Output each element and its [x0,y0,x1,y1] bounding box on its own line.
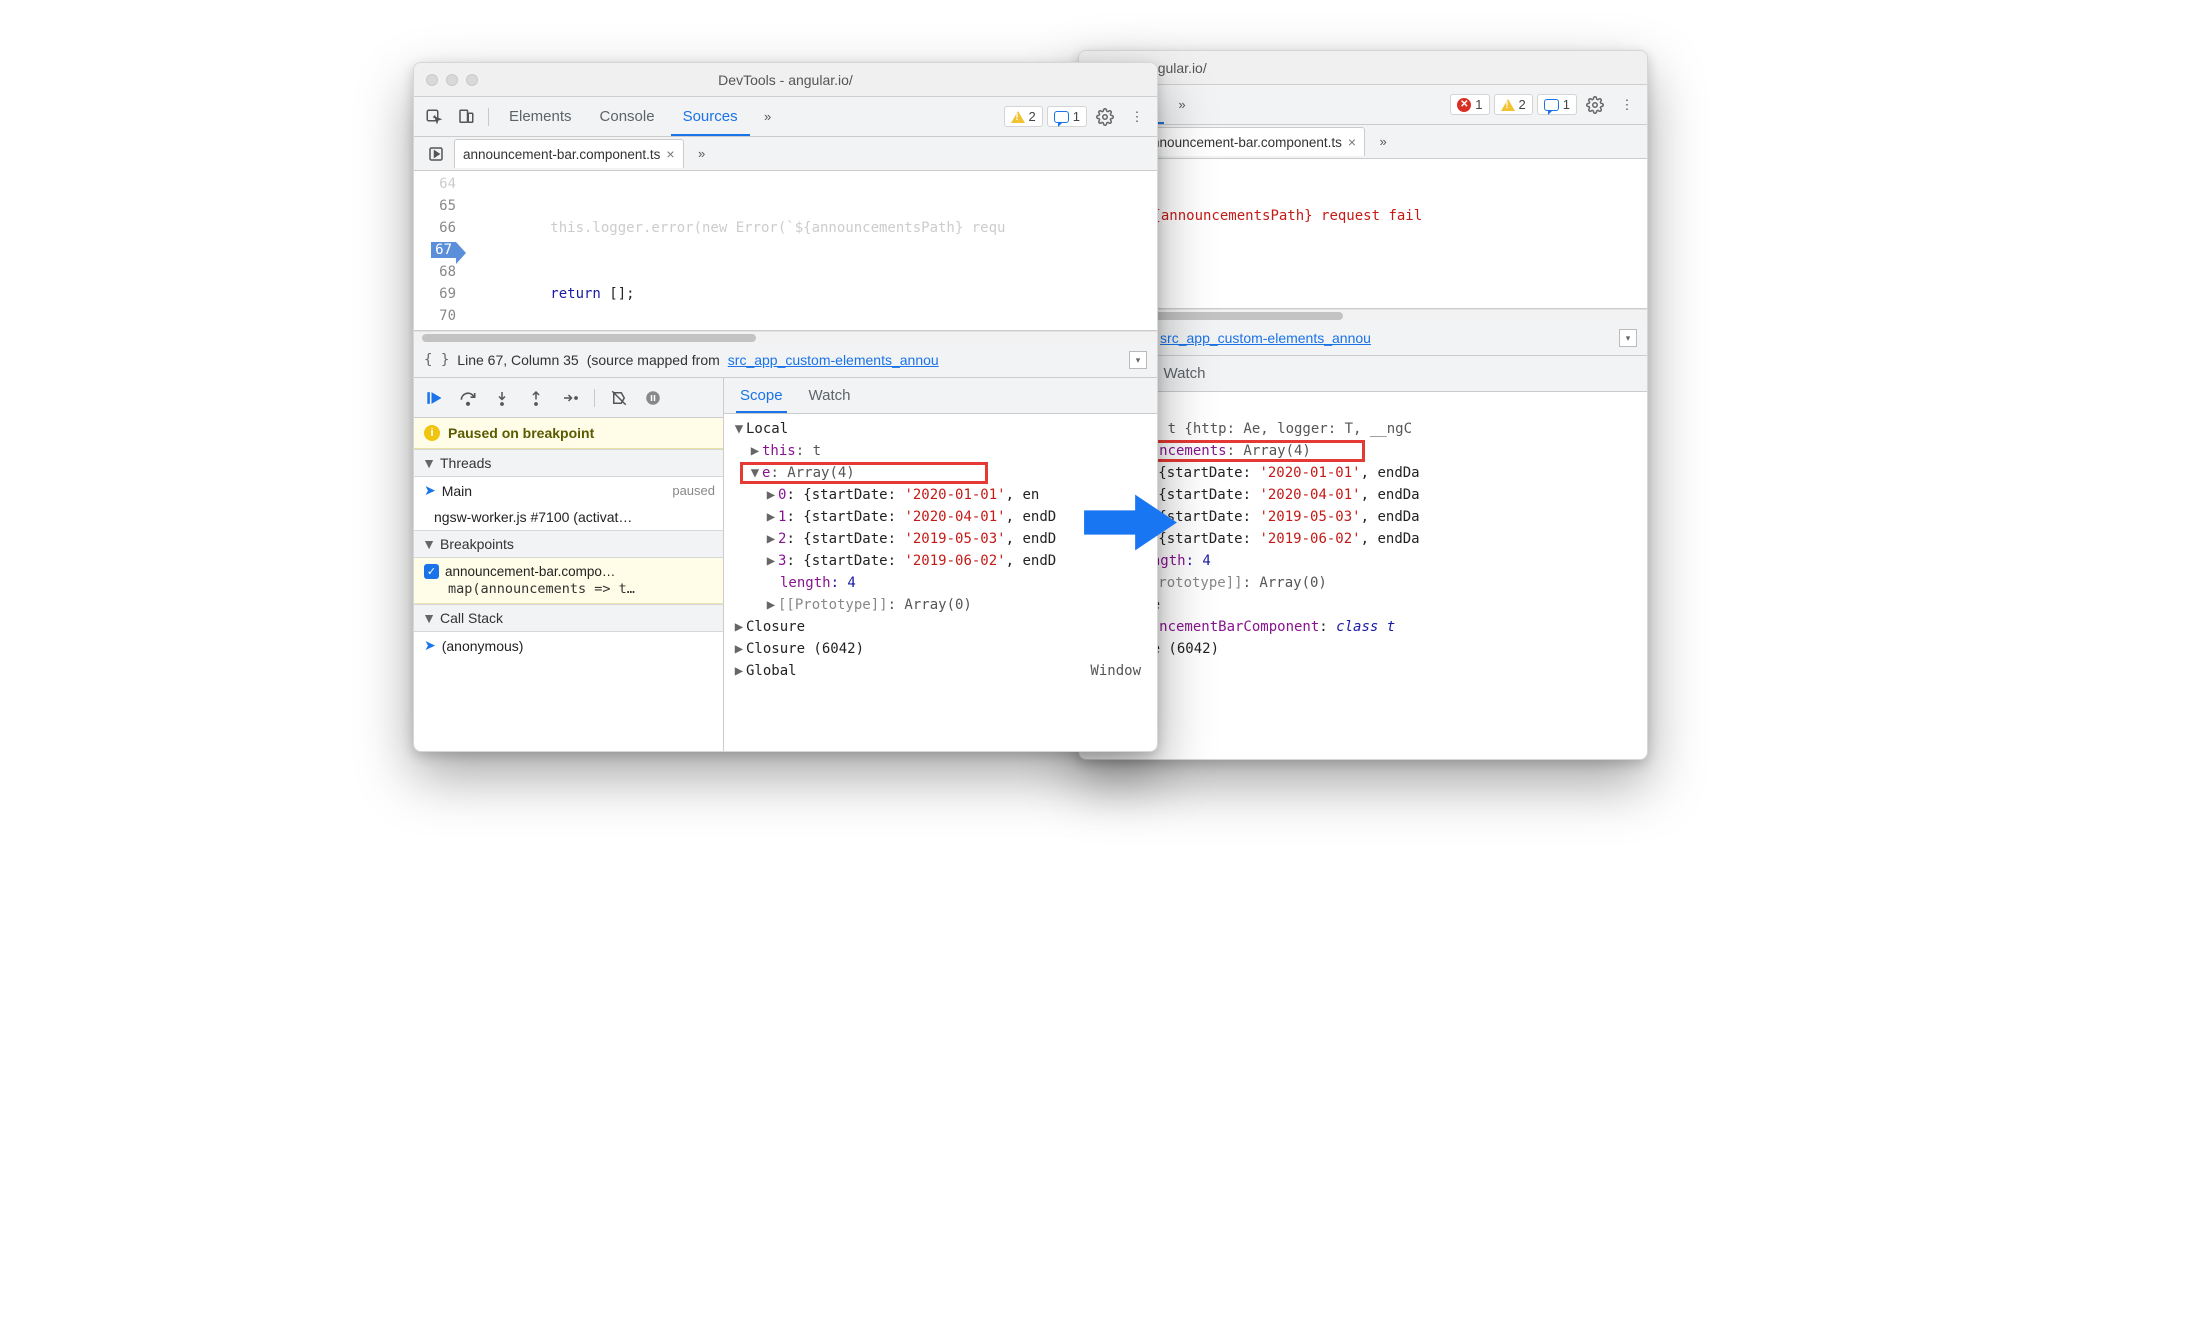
file-tab-active[interactable]: announcement-bar.component.ts× [1136,127,1366,156]
tabs-overflow-icon[interactable]: » [1168,91,1196,119]
close-icon[interactable]: × [1348,134,1356,150]
scope-tab[interactable]: Scope [736,379,787,413]
titlebar: Tools - angular.io/ [1079,51,1647,85]
paused-banner: i Paused on breakpoint [414,418,723,449]
titlebar: DevTools - angular.io/ [414,63,1157,97]
warning-count-badge[interactable]: 2 [1494,94,1533,115]
error-count-badge[interactable]: ✕1 [1450,94,1489,115]
inspect-icon[interactable] [420,103,448,131]
message-count-badge[interactable]: 1 [1537,94,1577,115]
toolbar: Elements Console Sources » 2 1 ⋮ [414,97,1157,137]
thread-item[interactable]: ngsw-worker.js #7100 (activat… [414,504,723,530]
scope-tree[interactable]: ▼Local ▶this: t ▼e: Array(4) ▶0: {startD… [724,414,1157,751]
dropdown-icon[interactable]: ▾ [1129,351,1147,369]
code-editor[interactable]: 64 65 66 67 68 69 70 71 this.logger.erro… [414,171,1157,331]
window-title: DevTools - angular.io/ [414,72,1157,88]
scope-tabs: Scope Watch [724,378,1157,414]
settings-icon[interactable] [1581,91,1609,119]
code-editor[interactable]: Error(`${announcementsPath} request fail… [1079,159,1647,309]
tabs-overflow-icon[interactable]: » [688,140,716,168]
horizontal-scrollbar[interactable] [1079,309,1647,321]
settings-icon[interactable] [1091,103,1119,131]
scope-tabs: Scope Watch [1079,356,1647,392]
warning-count-badge[interactable]: 2 [1004,106,1043,127]
tab-elements[interactable]: Elements [497,98,584,136]
debugger-toolbar [414,378,723,418]
devtools-window-right: Tools - angular.io/ Sources » ✕1 2 1 ⋮ d… [1078,50,1648,760]
watch-tab[interactable]: Watch [1160,357,1210,391]
file-tab-active[interactable]: announcement-bar.component.ts× [454,139,684,168]
status-bar: { } Line 67, Column 35 (source mapped fr… [414,343,1157,378]
close-icon[interactable]: × [666,146,674,162]
checkbox-icon[interactable]: ✓ [424,564,439,579]
callstack-frame[interactable]: (anonymous) [414,632,723,659]
breakpoint-item[interactable]: ✓announcement-bar.compo… map(announcemen… [414,558,723,604]
step-into-icon[interactable] [488,384,516,412]
status-bar: pped from src_app_custom-elements_annou … [1079,321,1647,356]
watch-tab[interactable]: Watch [805,379,855,413]
devtools-window-left: DevTools - angular.io/ Elements Console … [413,62,1158,752]
breakpoints-section[interactable]: ▼Breakpoints [414,530,723,558]
pause-exceptions-icon[interactable] [639,384,667,412]
callstack-section[interactable]: ▼Call Stack [414,604,723,632]
resume-icon[interactable] [420,384,448,412]
source-map-link[interactable]: src_app_custom-elements_annou [728,352,939,368]
toolbar: Sources » ✕1 2 1 ⋮ [1079,85,1647,125]
tab-sources[interactable]: Sources [671,98,750,136]
cursor-location: Line 67, Column 35 [457,352,578,368]
pretty-print-icon[interactable]: { } [424,352,449,368]
tabs-overflow-icon[interactable]: » [754,103,782,131]
debugger-panel: i Paused on breakpoint ▼Threads Mainpaus… [414,378,1157,751]
info-icon: i [424,425,440,441]
threads-section[interactable]: ▼Threads [414,449,723,477]
scope-tree[interactable]: ▼Local ▶this: t {http: Ae, logger: T, __… [1079,392,1647,759]
thread-main[interactable]: Mainpaused [414,477,723,504]
step-out-icon[interactable] [522,384,550,412]
line-gutter[interactable]: 64 65 66 67 68 69 70 71 [414,171,462,330]
dropdown-icon[interactable]: ▾ [1619,329,1637,347]
tab-console[interactable]: Console [588,98,667,136]
debugger-panel: Scope Watch ▼Local ▶this: t {http: Ae, l… [1079,356,1647,759]
step-icon[interactable] [556,384,584,412]
tabs-overflow-icon[interactable]: » [1369,128,1397,156]
kebab-icon[interactable]: ⋮ [1613,91,1641,119]
step-over-icon[interactable] [454,384,482,412]
source-map-link[interactable]: src_app_custom-elements_annou [1160,330,1371,346]
deactivate-breakpoints-icon[interactable] [605,384,633,412]
traffic-lights[interactable] [426,74,478,86]
device-icon[interactable] [452,103,480,131]
file-tabs: announcement-bar.component.ts× » [414,137,1157,171]
message-count-badge[interactable]: 1 [1047,106,1087,127]
file-tabs: d8.js announcement-bar.component.ts× » [1079,125,1647,159]
horizontal-scrollbar[interactable] [414,331,1157,343]
navigator-icon[interactable] [422,140,450,168]
kebab-icon[interactable]: ⋮ [1123,103,1151,131]
